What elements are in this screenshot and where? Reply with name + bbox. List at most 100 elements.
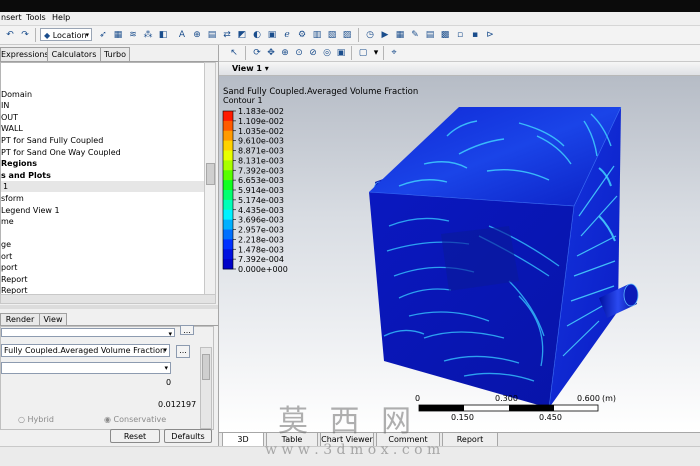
comment-icon[interactable]: ▨ [340, 28, 354, 42]
undo-icon[interactable]: ↶ [3, 28, 17, 42]
variable-icon[interactable]: ▣ [265, 28, 279, 42]
tree-item-legend-view[interactable]: Legend View 1 [1, 205, 60, 216]
tree-item-ge[interactable]: ge [1, 239, 11, 250]
defaults-button[interactable]: Defaults [164, 429, 212, 443]
location-dropdown[interactable]: ◆ Location ▾ [40, 28, 92, 41]
chevron-down-icon: ▾ [264, 64, 269, 73]
tree-item-me[interactable]: me [1, 216, 14, 227]
volume-rendering-icon[interactable]: ◧ [156, 28, 170, 42]
clip-plane-icon[interactable]: ◩ [235, 28, 249, 42]
timestep-icon[interactable]: ◷ [363, 28, 377, 42]
title-strip [0, 0, 700, 12]
tree-item-ort[interactable]: ort [1, 251, 12, 262]
menu-tools[interactable]: Tools [26, 13, 46, 22]
text-icon[interactable]: A [175, 28, 189, 42]
tree-item-report-1[interactable]: Report [1, 274, 28, 285]
quick-editor-icon[interactable]: ▦ [393, 28, 407, 42]
macro-icon[interactable]: ⚙ [295, 28, 309, 42]
highlight-icon[interactable]: ▣ [334, 46, 348, 60]
pan-icon[interactable]: ✥ [264, 46, 278, 60]
instance-transform-icon[interactable]: ⇄ [220, 28, 234, 42]
reset-button[interactable]: Reset [110, 429, 160, 443]
chart-icon[interactable]: ▧ [325, 28, 339, 42]
option-conservative[interactable]: ◉ Conservative [104, 415, 166, 424]
model-view [368, 106, 639, 409]
radio-hybrid-icon: ○ [18, 415, 25, 424]
command-editor-icon[interactable]: ⊳ [483, 28, 497, 42]
tab-expressions[interactable]: Expressions [0, 47, 49, 61]
menu-help[interactable]: Help [52, 13, 70, 22]
variable-combo[interactable]: Fully Coupled.Averaged Volume Fraction ▾ [1, 344, 170, 357]
menu-insert[interactable]: nsert [1, 13, 22, 22]
fit-view-icon[interactable]: ⊘ [306, 46, 320, 60]
tab-3d-viewer[interactable]: 3D Viewer [222, 433, 264, 457]
animation-icon[interactable]: ▶ [378, 28, 392, 42]
legend-icon[interactable]: ▤ [205, 28, 219, 42]
save-picture-icon[interactable]: ▪ [468, 28, 482, 42]
tree-item-in[interactable]: IN [1, 100, 9, 111]
function-calculator-icon[interactable]: ▤ [423, 28, 437, 42]
color-map-icon[interactable]: ◐ [250, 28, 264, 42]
option-hybrid[interactable]: ○ Hybrid [18, 415, 54, 424]
scrollbar-thumb[interactable] [206, 163, 215, 185]
tree-item-out[interactable]: OUT [1, 112, 18, 123]
tab-render[interactable]: Render [0, 313, 40, 325]
tree-hscrollbar[interactable] [0, 294, 216, 304]
details-scrollbar[interactable] [200, 347, 212, 429]
variable-dots-button[interactable]: ... [176, 345, 190, 358]
tab-report-viewer[interactable]: Report Viewer [442, 433, 498, 457]
zoom-fit-icon[interactable]: ◎ [320, 46, 334, 60]
streamline-icon[interactable]: ≋ [126, 28, 140, 42]
tree-item-pt-fully[interactable]: PT for Sand Fully Coupled [1, 135, 103, 146]
tree-scrollbar[interactable] [204, 62, 216, 296]
location-icon: ◆ [44, 31, 51, 40]
tree-item-transform[interactable]: sform [1, 193, 24, 204]
tree-item-regions[interactable]: Regions [1, 158, 37, 169]
contour-icon[interactable]: ▦ [111, 28, 125, 42]
domains-dots-button[interactable]: ... [180, 325, 194, 335]
tree-item-wall[interactable]: WALL [1, 123, 23, 134]
tree-item-domain[interactable]: Domain [1, 89, 32, 100]
table-icon[interactable]: ▥ [310, 28, 324, 42]
watermark-url: w w w . 3 d m o x . c o m [265, 442, 441, 458]
option-conservative-label: Conservative [113, 415, 167, 424]
panel-splitter[interactable] [0, 305, 218, 309]
chevron-down-icon: ▾ [164, 364, 168, 372]
expression-icon[interactable]: ℯ [280, 28, 294, 42]
cube-left-face [369, 192, 574, 408]
select-icon[interactable]: ↖ [227, 46, 241, 60]
rotate-icon[interactable]: ⟳ [250, 46, 264, 60]
tab-turbo[interactable]: Turbo [100, 47, 130, 61]
particle-track-icon[interactable]: ⁂ [141, 28, 155, 42]
radio-conservative-icon: ◉ [104, 415, 111, 424]
tree-item-plots[interactable]: s and Plots [1, 170, 51, 181]
report-icon[interactable]: ▩ [438, 28, 452, 42]
cfx-post-window: nsert Tools Help ↶ ↷ ◆ Location ▾ ➶ ▦ ≋ … [0, 0, 700, 466]
domains-combo[interactable]: ▾ [1, 328, 175, 337]
zoom-icon[interactable]: ⊕ [278, 46, 292, 60]
toolbar-separator [383, 46, 384, 60]
export-icon[interactable]: ▫ [453, 28, 467, 42]
view-selector[interactable]: View 1 ▾ [232, 64, 269, 73]
3d-viewport[interactable]: Sand Fully Coupled.Averaged Volume Fract… [219, 76, 700, 432]
watermark-text: 莫 西 网 [278, 404, 418, 439]
coord-frame-icon[interactable]: ⊕ [190, 28, 204, 42]
tree-item-port[interactable]: port [1, 262, 17, 273]
tab-calculators[interactable]: Calculators [47, 47, 101, 61]
redo-icon[interactable]: ↷ [18, 28, 32, 42]
tree-item-contour-1[interactable]: 1 [1, 181, 205, 192]
zoom-box-icon[interactable]: ⊙ [292, 46, 306, 60]
outline-tree: Domain IN OUT WALL PT for Sand Fully Cou… [0, 62, 206, 296]
scrollbar-thumb[interactable] [202, 354, 210, 380]
probe-icon[interactable]: ⌖ [387, 46, 401, 60]
tab-view[interactable]: View [39, 313, 67, 325]
range-combo[interactable]: ▾ [1, 362, 171, 374]
chevron-down-icon: ▾ [85, 31, 89, 39]
viewport-layout-icon[interactable]: ▢ [356, 46, 370, 60]
range-min-value: 0 [166, 378, 172, 387]
probe-icon[interactable]: ✎ [408, 28, 422, 42]
tree-item-pt-oneway[interactable]: PT for Sand One Way Coupled [1, 147, 121, 158]
vector-icon[interactable]: ➶ [96, 28, 110, 42]
view-label: View 1 [232, 64, 262, 73]
chevron-down-icon[interactable]: ▾ [369, 46, 383, 60]
